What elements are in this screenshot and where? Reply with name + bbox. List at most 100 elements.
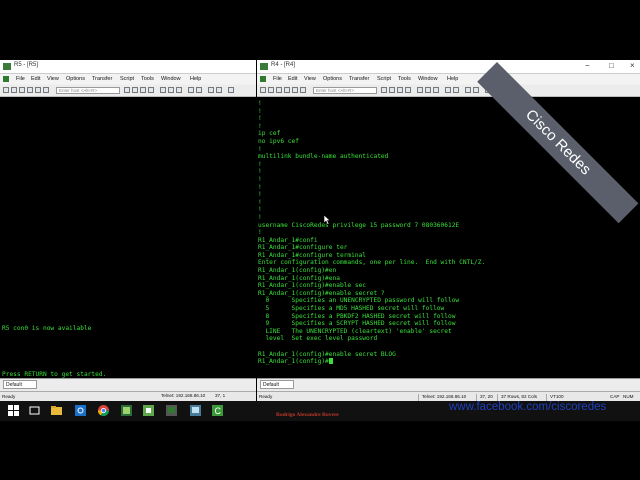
minimize-icon[interactable]: − [585, 61, 590, 71]
app-icon[interactable] [121, 405, 132, 416]
copy-icon[interactable] [124, 87, 130, 93]
svg-text:C: C [215, 406, 222, 416]
script-icon[interactable] [453, 87, 459, 93]
chrome-icon[interactable] [98, 405, 109, 416]
print-icon[interactable] [148, 87, 154, 93]
app-icon [3, 63, 11, 70]
quick-connect-icon[interactable] [268, 87, 274, 93]
status-divider [497, 394, 498, 401]
left-title-bar[interactable]: R5 - [R5] [0, 60, 256, 74]
terminal-line: ! [258, 145, 262, 153]
left-terminal-area[interactable]: R5 con0 is now available Press RETURN to… [0, 97, 256, 378]
close-icon[interactable]: × [630, 61, 635, 71]
menu-tools[interactable]: Tools [398, 76, 411, 82]
menu-transfer[interactable]: Transfer [349, 76, 369, 82]
left-status-fields: Telnet: 192.168.86.10 37, 1 [0, 391, 256, 401]
session-icon [3, 76, 9, 82]
connect-bar-icon[interactable] [43, 87, 49, 93]
terminal-prompt: R1_Andar_1(config)# [258, 358, 329, 366]
securecrt-icon[interactable] [166, 405, 177, 416]
right-tab-bar: Default [257, 378, 640, 391]
menu-window[interactable]: Window [418, 76, 438, 82]
paste-icon[interactable] [132, 87, 138, 93]
task-view-icon[interactable] [29, 405, 40, 416]
help-icon[interactable] [465, 87, 471, 93]
paste-icon[interactable] [389, 87, 395, 93]
menu-file[interactable]: File [16, 76, 25, 82]
disconnect-icon[interactable] [35, 87, 41, 93]
right-window-title: R4 - [R4] [271, 62, 296, 68]
status-num: NUM [623, 394, 634, 399]
sftp-icon[interactable] [176, 87, 182, 93]
menu-view[interactable]: View [304, 76, 316, 82]
menu-view[interactable]: View [47, 76, 59, 82]
session-tab-default[interactable]: Default [3, 380, 37, 389]
terminal-line: ! [258, 168, 262, 176]
camtasia-icon[interactable]: C [212, 405, 223, 416]
global-options-icon[interactable] [425, 87, 431, 93]
terminal-line: ! [258, 100, 262, 107]
sftp-icon[interactable] [433, 87, 439, 93]
menu-file[interactable]: File [273, 76, 282, 82]
menu-options[interactable]: Options [66, 76, 85, 82]
terminal-line: multilink bundle-name authenticated [258, 153, 389, 161]
windows-start-icon[interactable] [8, 405, 19, 416]
print-icon[interactable] [405, 87, 411, 93]
maximize-icon[interactable]: □ [609, 61, 614, 71]
menu-options[interactable]: Options [323, 76, 342, 82]
settings-icon[interactable] [417, 87, 423, 93]
copy-icon[interactable] [381, 87, 387, 93]
find-icon[interactable] [140, 87, 146, 93]
command-window-icon[interactable] [228, 87, 234, 93]
terminal-line: LINE The UNENCRYPTED (cleartext) 'enable… [265, 327, 452, 335]
status-caps: CAP [610, 394, 620, 399]
keymap-icon[interactable] [445, 87, 451, 93]
help-icon[interactable] [208, 87, 214, 93]
menu-help[interactable]: Help [447, 76, 458, 82]
connect-icon[interactable] [3, 87, 9, 93]
right-title-bar[interactable]: R4 - [R4] − □ × [257, 60, 640, 74]
menu-tools[interactable]: Tools [141, 76, 154, 82]
connect-icon[interactable] [260, 87, 266, 93]
right-terminal-window[interactable]: R4 - [R4] − □ × File Edit View Options T… [257, 60, 640, 401]
reconnect-icon[interactable] [284, 87, 290, 93]
outlook-icon[interactable] [75, 405, 86, 416]
disconnect-icon[interactable] [292, 87, 298, 93]
connect-tab-icon[interactable] [19, 87, 25, 93]
menu-edit[interactable]: Edit [288, 76, 297, 82]
file-explorer-icon[interactable] [51, 405, 62, 416]
connect-bar-icon[interactable] [300, 87, 306, 93]
securecrt-icon[interactable] [190, 405, 201, 416]
quick-connect-icon[interactable] [11, 87, 17, 93]
right-host-input[interactable]: Enter host <Alt+R> [313, 87, 377, 94]
left-terminal-window[interactable]: R5 - [R5] File Edit View Options Transfe… [0, 60, 256, 401]
status-divider [476, 394, 477, 401]
right-status-bar: Ready Telnet: 192.168.86.10 37, 20 37 Ro… [257, 391, 640, 401]
terminal-line: ! [258, 107, 262, 115]
terminal-line: 9 Specifies a SCRYPT HASHED secret will … [265, 320, 456, 328]
terminal-line: ! [258, 191, 262, 199]
reconnect-icon[interactable] [27, 87, 33, 93]
terminal-line: ! [258, 122, 262, 130]
key-icon[interactable] [473, 87, 479, 93]
menu-transfer[interactable]: Transfer [92, 76, 112, 82]
key-icon[interactable] [216, 87, 222, 93]
menu-help[interactable]: Help [190, 76, 201, 82]
terminal-line: ! [258, 198, 262, 206]
right-terminal-area[interactable]: ! ! ! ! ip cef no ipv6 cef ! multilink b… [257, 97, 640, 378]
connect-tab-icon[interactable] [276, 87, 282, 93]
terminal-line: R1_Andar_1(config)#enable secret ? [258, 289, 385, 297]
script-icon[interactable] [196, 87, 202, 93]
keymap-icon[interactable] [188, 87, 194, 93]
menu-script[interactable]: Script [120, 76, 134, 82]
session-tab-default[interactable]: Default [260, 380, 294, 389]
menu-script[interactable]: Script [377, 76, 391, 82]
settings-icon[interactable] [160, 87, 166, 93]
app-icon[interactable] [143, 405, 154, 416]
left-host-input[interactable]: Enter host <Alt+R> [56, 87, 120, 94]
status-cursor: 37, 20 [480, 394, 493, 399]
global-options-icon[interactable] [168, 87, 174, 93]
find-icon[interactable] [397, 87, 403, 93]
menu-edit[interactable]: Edit [31, 76, 40, 82]
menu-window[interactable]: Window [161, 76, 181, 82]
